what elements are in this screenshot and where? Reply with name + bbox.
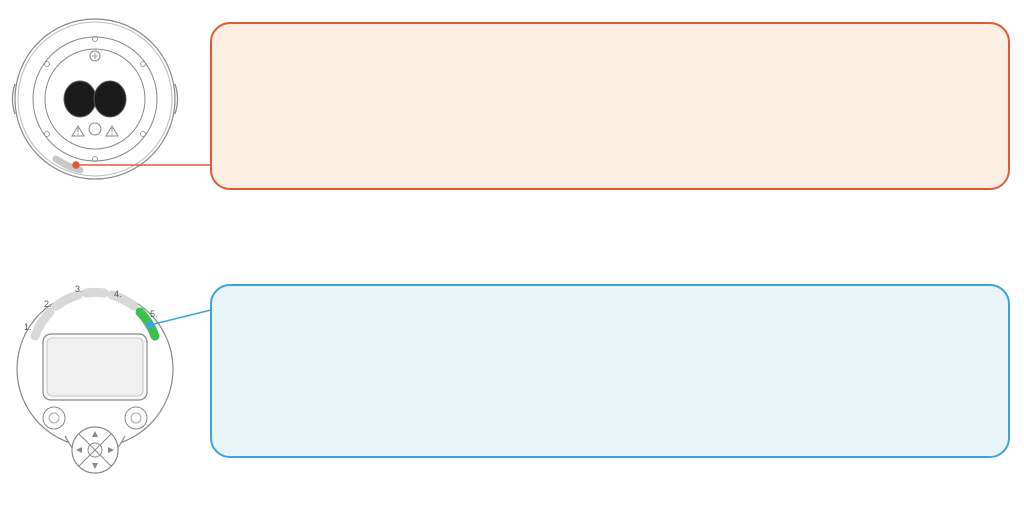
callout-box-bottom <box>210 284 1010 458</box>
callout-box-top <box>210 22 1010 190</box>
diagram-stage: 1. 2. 3. 4. 5. <box>0 0 1024 506</box>
segment-3 <box>86 292 104 293</box>
device-top <box>10 14 180 184</box>
device-bottom <box>10 254 180 494</box>
